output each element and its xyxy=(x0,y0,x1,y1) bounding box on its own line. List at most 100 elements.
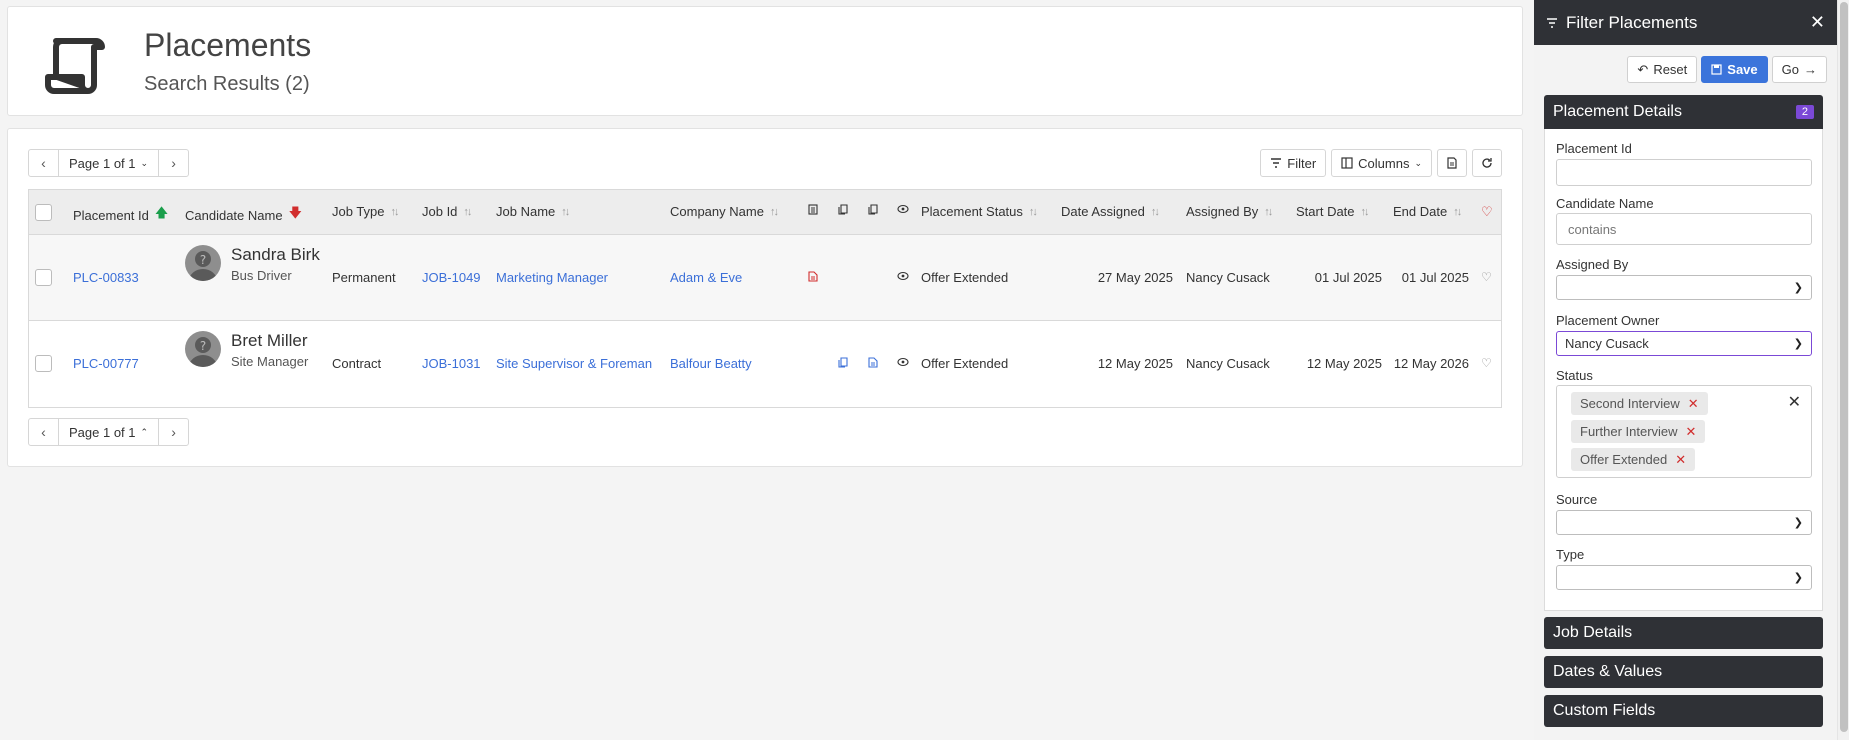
chevron-down-icon: ❯ xyxy=(1793,572,1803,584)
job-name-link[interactable]: Site Supervisor & Foreman xyxy=(496,356,652,371)
export-button[interactable] xyxy=(1437,149,1467,177)
page-title: Placements xyxy=(144,27,312,63)
refresh-button[interactable] xyxy=(1472,149,1502,177)
page-select[interactable]: Page 1 of 1 ⌄ xyxy=(58,150,160,176)
placement-status: Offer Extended xyxy=(921,356,1009,371)
candidate-cell: ? Sandra Birk Bus Driver xyxy=(185,245,320,283)
company-name-link[interactable]: Balfour Beatty xyxy=(670,356,752,371)
col-favourite[interactable]: ♡ xyxy=(1481,204,1493,220)
eye-icon xyxy=(897,204,909,214)
view-icon[interactable] xyxy=(897,357,909,367)
select-all-checkbox[interactable] xyxy=(35,204,52,221)
view-icon[interactable] xyxy=(897,271,909,281)
reset-button[interactable]: ↶ Reset xyxy=(1627,56,1698,83)
filter-count-badge: 2 xyxy=(1795,105,1814,119)
col-label: Job Name xyxy=(496,204,556,219)
type-select[interactable]: ❯ xyxy=(1556,565,1812,590)
col-job-id[interactable]: Job Id ↑↓ xyxy=(422,204,472,219)
remove-chip-icon[interactable]: ✕ xyxy=(1675,452,1686,468)
prev-page-button[interactable]: ‹ xyxy=(29,419,58,445)
start-date: 01 Jul 2025 xyxy=(1314,270,1382,285)
candidate-name[interactable]: Sandra Birk xyxy=(231,245,320,265)
columns-button[interactable]: Columns ⌄ xyxy=(1331,149,1432,177)
col-job-type[interactable]: Job Type ↑↓ xyxy=(332,204,400,219)
sort-icon: ↑↓ xyxy=(1150,205,1160,218)
col-start-date[interactable]: Start Date ↑↓ xyxy=(1296,204,1370,219)
remove-chip-icon[interactable]: ✕ xyxy=(1688,396,1699,412)
chevron-down-icon: ❯ xyxy=(1793,517,1803,529)
save-button[interactable]: Save xyxy=(1701,56,1768,83)
scrollbar[interactable] xyxy=(1837,0,1849,740)
job-name-link[interactable]: Marketing Manager xyxy=(496,270,608,285)
candidate-name-input[interactable]: contains xyxy=(1556,213,1812,245)
sort-icon: ↑↓ xyxy=(1028,205,1038,218)
go-button-label: Go xyxy=(1781,62,1799,77)
col-company-name[interactable]: Company Name ↑↓ xyxy=(670,204,779,219)
table-row: PLC-00777 ? Bret Miller Site Manager Con… xyxy=(29,321,1501,407)
avatar: ? xyxy=(185,331,221,367)
assigned-by-select[interactable]: ❯ xyxy=(1556,275,1812,300)
status-label: Status xyxy=(1556,368,1593,383)
col-label: Candidate Name xyxy=(185,207,283,223)
chevron-down-icon: ⌄ xyxy=(140,157,149,168)
col-copy-icon-2[interactable] xyxy=(868,204,878,215)
page-subtitle: Search Results (2) xyxy=(144,73,310,95)
assigned-by-label: Assigned By xyxy=(1556,257,1629,272)
scrollbar-thumb[interactable] xyxy=(1840,2,1848,732)
prev-page-button[interactable]: ‹ xyxy=(29,150,58,176)
filter-panel-title: Filter Placements xyxy=(1566,12,1698,32)
section-dates-values[interactable]: Dates & Values xyxy=(1544,656,1823,688)
candidate-name[interactable]: Bret Miller xyxy=(231,331,308,351)
col-assigned-by[interactable]: Assigned By ↑↓ xyxy=(1186,204,1273,219)
col-end-date[interactable]: End Date ↑↓ xyxy=(1393,204,1462,219)
section-custom-fields[interactable]: Custom Fields xyxy=(1544,695,1823,727)
copy-icon xyxy=(838,357,848,368)
page-select[interactable]: Page 1 of 1 ⌃ xyxy=(58,419,160,445)
job-id-link[interactable]: JOB-1049 xyxy=(422,270,481,285)
status-chip: Further Interview ✕ xyxy=(1571,420,1706,443)
col-copy-icon[interactable] xyxy=(838,204,848,215)
placement-id-label: Placement Id xyxy=(1556,141,1632,156)
section-placement-details[interactable]: Placement Details 2 xyxy=(1544,95,1823,129)
chevron-down-icon: ❯ xyxy=(1793,282,1803,294)
sort-icon: ↑↓ xyxy=(1360,205,1370,218)
close-icon[interactable]: ✕ xyxy=(1810,12,1825,33)
favourite-button[interactable]: ♡ xyxy=(1481,270,1492,284)
col-view-icon[interactable] xyxy=(897,204,909,214)
filter-button[interactable]: Filter xyxy=(1260,149,1327,177)
company-name-link[interactable]: Adam & Eve xyxy=(670,270,742,285)
placement-owner-label: Placement Owner xyxy=(1556,313,1660,328)
document-icon-button[interactable] xyxy=(868,357,878,368)
section-job-details[interactable]: Job Details xyxy=(1544,617,1823,649)
remove-chip-icon[interactable]: ✕ xyxy=(1686,424,1697,440)
copy-document-icon-button[interactable] xyxy=(838,357,848,368)
columns-icon xyxy=(1341,157,1353,169)
placement-id-input[interactable] xyxy=(1556,159,1812,186)
filter-actions: ↶ Reset Save Go → xyxy=(1627,56,1827,83)
status-multiselect[interactable]: Second Interview ✕ Further Interview ✕ O… xyxy=(1556,385,1812,478)
row-checkbox[interactable] xyxy=(35,355,52,372)
clear-status-icon[interactable]: ✕ xyxy=(1788,392,1801,412)
candidate-role: Site Manager xyxy=(231,354,309,369)
col-candidate-name[interactable]: Candidate Name 🡇 xyxy=(185,204,302,226)
row-checkbox[interactable] xyxy=(35,269,52,286)
col-cv-icon[interactable] xyxy=(808,204,818,215)
placement-id-link[interactable]: PLC-00833 xyxy=(73,270,139,285)
col-job-name[interactable]: Job Name ↑↓ xyxy=(496,204,570,219)
cv-document-icon[interactable] xyxy=(808,271,818,282)
job-id-link[interactable]: JOB-1031 xyxy=(422,356,481,371)
col-label: Start Date xyxy=(1296,204,1355,219)
placement-owner-select[interactable]: Nancy Cusack ❯ xyxy=(1556,331,1812,356)
placement-owner-value: Nancy Cusack xyxy=(1565,336,1649,351)
sort-icon: ↑↓ xyxy=(1453,205,1462,218)
next-page-button[interactable]: › xyxy=(159,150,188,176)
source-select[interactable]: ❯ xyxy=(1556,510,1812,535)
go-button[interactable]: Go → xyxy=(1771,56,1827,83)
col-label: Placement Id xyxy=(73,207,149,223)
col-placement-id[interactable]: Placement Id 🡅 xyxy=(73,204,168,226)
next-page-button[interactable]: › xyxy=(159,419,188,445)
col-date-assigned[interactable]: Date Assigned ↑↓ xyxy=(1061,204,1160,219)
col-placement-status[interactable]: Placement Status ↑↓ xyxy=(921,204,1038,219)
placement-id-link[interactable]: PLC-00777 xyxy=(73,356,139,371)
favourite-button[interactable]: ♡ xyxy=(1481,356,1492,370)
